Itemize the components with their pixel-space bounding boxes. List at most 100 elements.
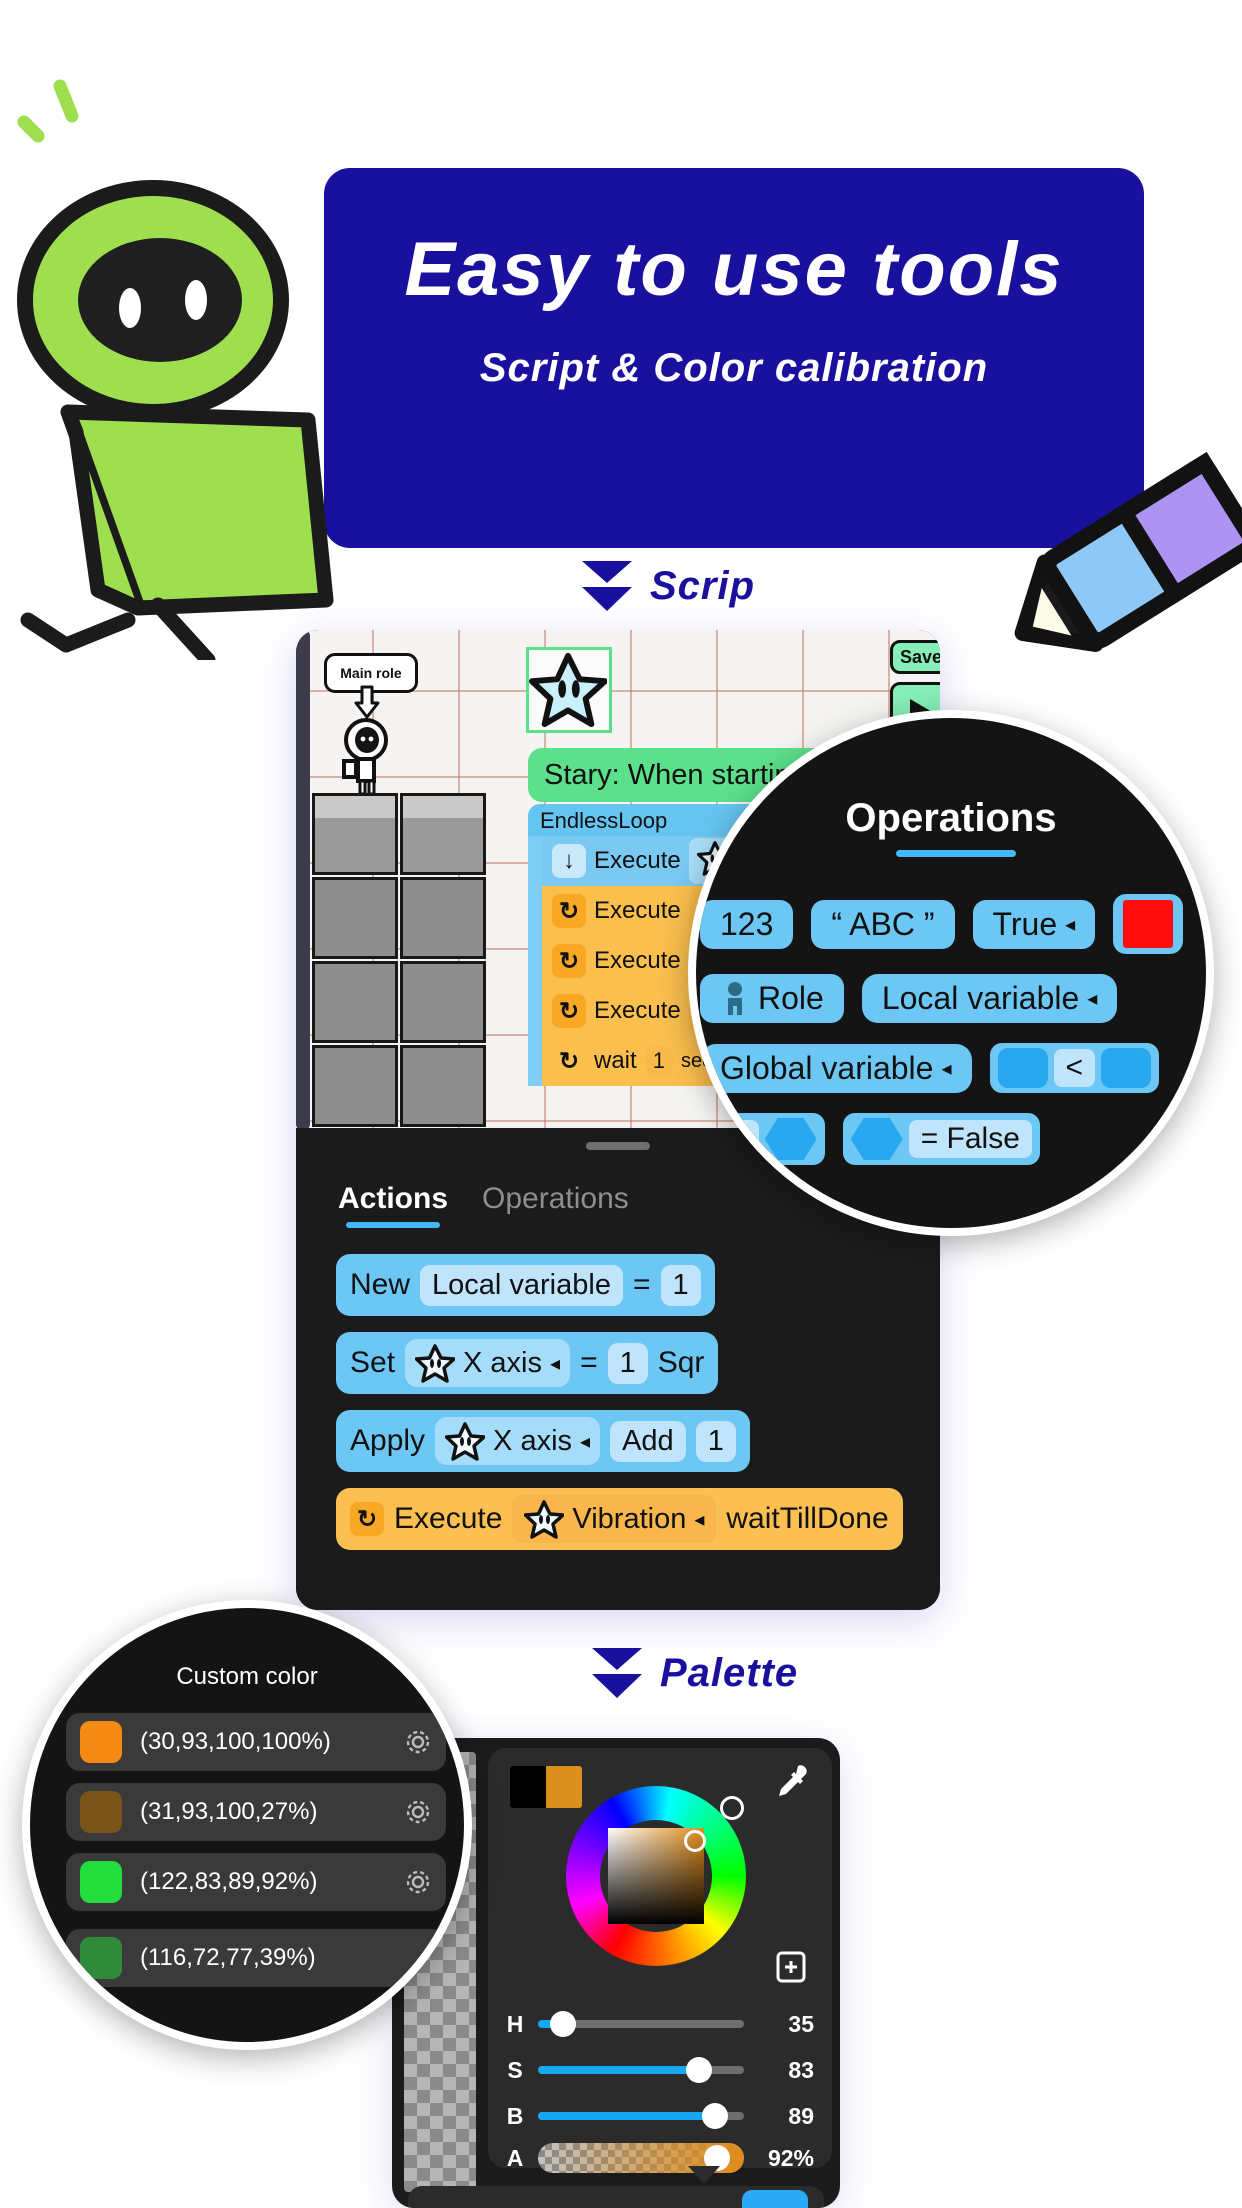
slider-label: A — [506, 2144, 524, 2171]
hue-slider[interactable] — [538, 2011, 744, 2037]
block-slot[interactable]: 1 — [660, 1264, 701, 1306]
block-group-label: X axis — [463, 1346, 543, 1379]
current-color-preview[interactable] — [510, 1766, 582, 1808]
loop-label: EndlessLoop — [528, 808, 668, 836]
slider-label: B — [506, 2102, 524, 2129]
sprite-slot[interactable] — [526, 647, 612, 733]
custom-color-row[interactable]: (122,83,89,92%) — [66, 1853, 446, 1911]
add-file-icon[interactable] — [774, 1950, 808, 1984]
slider-row-a: A 92% — [504, 2140, 814, 2176]
tab-operations[interactable]: Operations — [482, 1182, 629, 1228]
color-value: (31,93,100,27%) — [140, 1798, 318, 1825]
tile — [312, 961, 398, 1043]
operand-slot[interactable] — [1101, 1048, 1152, 1088]
star-sprite-icon — [524, 1500, 565, 1539]
operations-row: 123 “ ABC ” True ◂ — [696, 894, 1206, 954]
gear-icon[interactable] — [404, 1798, 432, 1826]
chevron-left-icon: ◂ — [550, 1352, 561, 1375]
chip-global-variable[interactable]: Global variable ◂ — [700, 1043, 972, 1093]
slider-label: S — [507, 2056, 523, 2083]
chevron-left-icon: ◂ — [694, 1508, 705, 1531]
save-button[interactable]: Save — [890, 640, 940, 674]
chip-label: Local variable — [881, 980, 1080, 1016]
custom-color-row[interactable]: (30,93,100,100%) — [66, 1713, 446, 1771]
chip-boolean-or[interactable]: or — [700, 1113, 825, 1165]
palette-block-new-local-variable[interactable]: New Local variable = 1 — [336, 1254, 715, 1316]
section-label-scrip: Scrip — [578, 555, 755, 617]
block-slot[interactable]: 1 — [607, 1342, 648, 1384]
mascot-illustration — [17, 79, 334, 660]
color-swatch[interactable] — [80, 1861, 122, 1903]
tile — [312, 877, 398, 959]
page-title: Easy to use tools — [404, 227, 1064, 312]
magnifier-operations: Operations 123 “ ABC ” True ◂ Role Local… — [688, 710, 1214, 1236]
tab-underline — [896, 850, 1016, 857]
chip-label: Role — [758, 980, 824, 1016]
block-part: Execute — [394, 1502, 503, 1535]
wait-verb: wait — [594, 1047, 637, 1074]
chip-label: True — [992, 905, 1058, 942]
block-slot[interactable]: 1 — [695, 1420, 736, 1462]
color-value: (30,93,100,100%) — [140, 1728, 331, 1755]
color-swatch[interactable] — [80, 1937, 122, 1979]
operations-row: Global variable ◂ < — [696, 1043, 1206, 1093]
slider-label: H — [506, 2010, 524, 2037]
operand-hex-slot[interactable] — [764, 1118, 817, 1160]
color-swatch[interactable] — [80, 1721, 122, 1763]
script-row-verb: Execute — [594, 847, 681, 874]
chip-color-swatch[interactable] — [1113, 894, 1184, 954]
chip-role[interactable]: Role — [700, 974, 844, 1023]
script-row-verb: Execute — [594, 897, 681, 924]
chip-local-variable[interactable]: Local variable ◂ — [861, 974, 1118, 1023]
chip-compare-less-than[interactable]: < — [989, 1043, 1160, 1093]
gear-icon[interactable] — [404, 1728, 432, 1756]
operator-label: or — [708, 1120, 759, 1158]
wait-value[interactable]: 1 — [644, 1046, 673, 1076]
block-slot[interactable]: Local variable — [420, 1264, 623, 1306]
gear-icon[interactable] — [404, 1868, 432, 1896]
custom-color-row[interactable]: (31,93,100,27%) — [66, 1783, 446, 1841]
hue-handle[interactable] — [720, 1796, 744, 1820]
panel-drag-handle[interactable] — [586, 1142, 650, 1150]
tile-grid — [312, 793, 490, 1130]
color-swatch[interactable] — [80, 1791, 122, 1833]
previous-color-swatch — [510, 1766, 546, 1808]
operations-title: Operations — [845, 796, 1057, 840]
brightness-slider[interactable] — [538, 2103, 744, 2129]
operator-label: = False — [908, 1120, 1032, 1158]
operations-row: or = False — [696, 1113, 1206, 1165]
block-part: = — [632, 1268, 651, 1301]
active-tool-button[interactable] — [742, 2190, 808, 2208]
eyedropper-icon[interactable] — [774, 1762, 810, 1798]
sb-handle[interactable] — [684, 1830, 706, 1852]
custom-color-row[interactable]: (116,72,77,39%) — [66, 1929, 446, 1987]
star-sprite-icon — [529, 652, 608, 728]
color-value: (116,72,77,39%) — [140, 1944, 316, 1971]
chip-equals-false[interactable]: = False — [842, 1113, 1040, 1165]
color-picker-popover: H 35 S 83 B 89 A 92% — [488, 1748, 832, 2173]
chevron-left-icon: ◂ — [1087, 988, 1098, 1010]
operand-hex-slot[interactable] — [850, 1118, 903, 1160]
palette-block-apply-x-axis[interactable]: Apply X axis ◂ Add 1 — [336, 1410, 750, 1472]
block-group[interactable]: Vibration ◂ — [512, 1495, 717, 1543]
block-group[interactable]: X axis ◂ — [435, 1417, 601, 1465]
palette-block-set-x-axis[interactable]: Set X axis ◂ = 1 Sqr — [336, 1332, 719, 1394]
palette-bottom-toolbar[interactable] — [408, 2186, 824, 2208]
block-group[interactable]: X axis ◂ — [405, 1339, 571, 1387]
palette-block-execute-vibration[interactable]: ↻ Execute Vibration ◂ waitTillDone — [336, 1488, 903, 1550]
saturation-slider[interactable] — [538, 2057, 744, 2083]
operand-slot[interactable] — [997, 1048, 1048, 1088]
arrow-down-icon: ↓ — [552, 844, 586, 878]
chip-true[interactable]: True ◂ — [972, 899, 1096, 949]
chip-string[interactable]: “ ABC ” — [811, 899, 955, 949]
block-part: New — [350, 1268, 411, 1301]
double-chevron-down-icon — [592, 1648, 642, 1698]
slider-row-s: S 83 — [504, 2052, 814, 2088]
tile — [400, 961, 486, 1043]
palette-blocks-list: New Local variable = 1 Set X axis ◂ = 1 … — [336, 1254, 940, 1566]
tab-actions[interactable]: Actions — [338, 1182, 448, 1228]
chip-number[interactable]: 123 — [700, 899, 794, 949]
tile — [400, 877, 486, 959]
block-slot[interactable]: Add — [610, 1420, 686, 1462]
tile — [400, 1045, 486, 1127]
